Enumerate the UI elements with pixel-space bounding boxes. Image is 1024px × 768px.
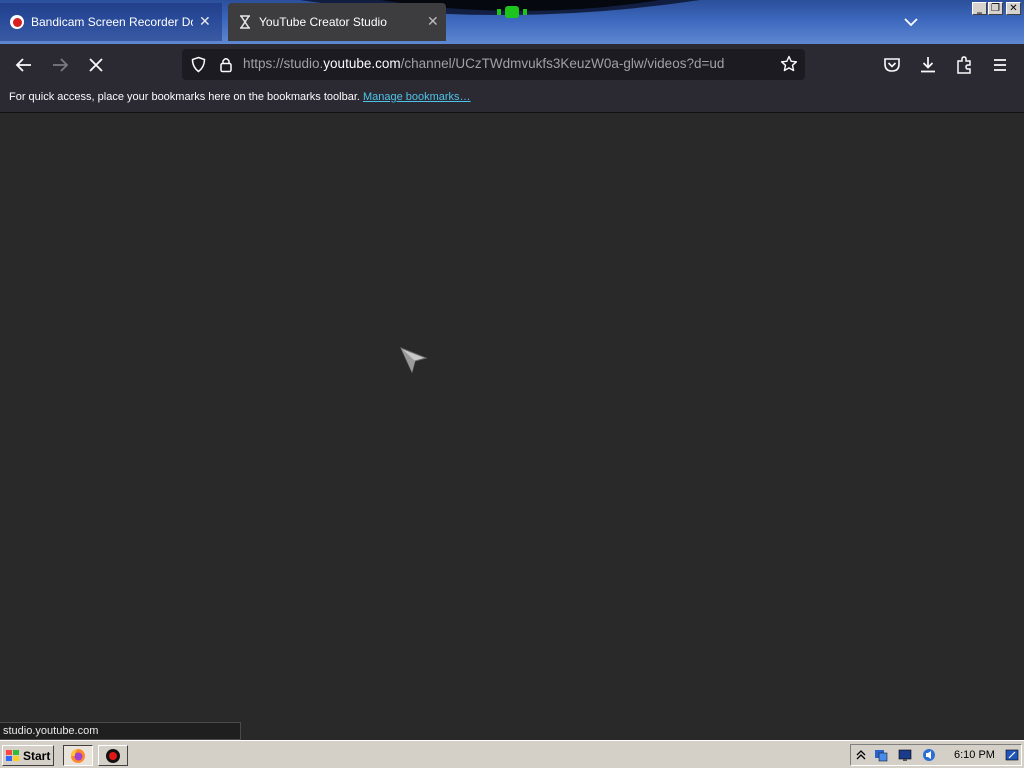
bookmarks-hint: For quick access, place your bookmarks h… [9,91,471,103]
pocket-icon[interactable] [880,53,904,77]
taskbar-bandicam-button[interactable] [98,745,128,766]
bandicam-record-icon [10,15,24,29]
volume-speaker-icon[interactable] [922,748,936,762]
notification-icon[interactable] [1005,748,1019,762]
list-all-tabs-chevron-icon[interactable] [900,12,922,32]
forward-arrow-icon[interactable] [48,53,72,77]
navigation-toolbar: https://studio.youtube.com/channel/UCzTW… [0,44,1024,85]
tab-strip: Bandicam Screen Recorder Downlo ✕ YouTub… [0,0,1024,44]
taskbar: Start 6:10 PM [0,740,1024,768]
extensions-puzzle-icon[interactable] [952,53,976,77]
tab-youtube-studio[interactable]: YouTube Creator Studio ✕ [228,3,446,41]
tab-title: Bandicam Screen Recorder Downlo [31,15,193,29]
tab-close-icon[interactable]: ✕ [199,14,211,30]
tab-close-icon[interactable]: ✕ [427,14,439,30]
downloads-icon[interactable] [916,53,940,77]
hamburger-menu-icon[interactable] [988,53,1012,77]
loading-hourglass-icon [240,15,250,29]
url-path: /channel/UCzTWdmvukfs3KeuzW0a-glw/videos… [400,56,725,71]
bookmarks-toolbar: For quick access, place your bookmarks h… [0,85,1024,113]
tracking-protection-shield-icon[interactable] [190,56,207,73]
taskbar-clock[interactable]: 6:10 PM [954,749,995,761]
url-text[interactable]: https://studio.youtube.com/channel/UCzTW… [243,56,724,71]
firefox-icon [71,748,85,763]
mouse-pointer-icon [400,347,428,374]
url-domain: youtube.com [323,56,401,71]
taskbar-firefox-button[interactable] [63,745,93,766]
display-monitor-icon[interactable] [898,748,912,762]
tab-bandicam[interactable]: Bandicam Screen Recorder Downlo ✕ [0,3,222,41]
back-arrow-icon[interactable] [12,53,36,77]
network-icon[interactable] [874,748,888,762]
page-content-area [0,113,1024,740]
address-bar[interactable]: https://studio.youtube.com/channel/UCzTW… [182,49,805,80]
lock-icon[interactable] [218,56,234,73]
windows-flag-icon [6,750,19,761]
minimize-button[interactable]: _ [972,2,987,15]
bookmarks-hint-text: For quick access, place your bookmarks h… [9,91,360,103]
url-prefix: https://studio. [243,56,324,71]
link-status-panel: studio.youtube.com [0,722,241,740]
tab-title: YouTube Creator Studio [259,15,387,29]
stop-loading-icon[interactable] [84,53,108,77]
bookmark-star-icon[interactable] [780,55,798,73]
bandicam-icon [106,748,120,763]
green-indicator-icon [497,6,527,18]
start-label: Start [23,748,51,763]
system-tray: 6:10 PM [850,744,1022,766]
start-button[interactable]: Start [2,745,54,766]
manage-bookmarks-link[interactable]: Manage bookmarks… [363,91,471,103]
show-hidden-icons-chevron-icon[interactable] [854,748,868,762]
restore-button[interactable]: ❐ [988,2,1003,15]
close-window-button[interactable]: ✕ [1006,2,1021,15]
